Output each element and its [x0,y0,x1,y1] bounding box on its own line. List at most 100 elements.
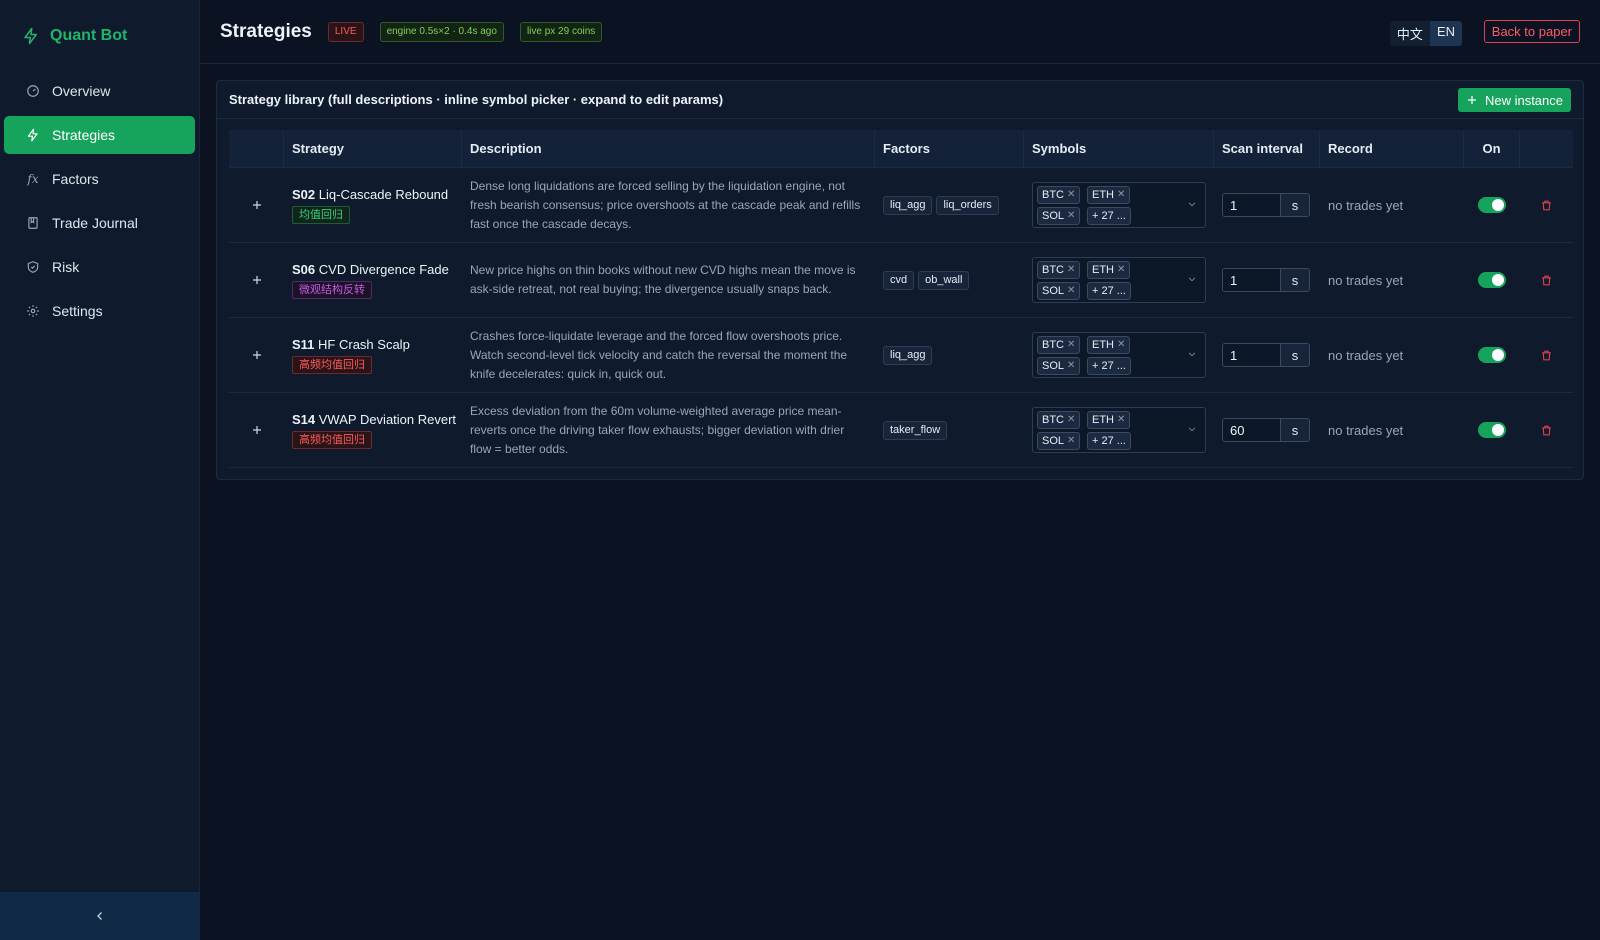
symbol-label: SOL [1042,435,1065,447]
sidebar: Quant Bot Overview Strategies fx Factors… [0,0,200,940]
strategy-name[interactable]: S02 Liq-Cascade Rebound [292,187,448,202]
enable-toggle[interactable] [1478,272,1506,288]
sidebar-item-strategies[interactable]: Strategies [4,116,195,154]
chevron-down-icon[interactable] [1187,349,1197,359]
chevron-left-icon [97,912,102,920]
symbol-picker[interactable]: BTC ✕ ETH ✕ SOL ✕ + 27 ... [1032,182,1206,228]
strategy-description: Crashes force-liquidate leverage and the… [470,328,848,381]
scan-unit-label: s [1281,419,1309,441]
scan-interval-input[interactable] [1223,419,1281,441]
scan-interval-input[interactable] [1223,344,1281,366]
symbol-chip[interactable]: SOL ✕ [1037,207,1081,225]
strategy-category-tag: 高频均值回归 [292,430,372,449]
expand-plus-icon[interactable] [249,422,265,438]
remove-icon[interactable]: ✕ [1067,209,1075,223]
strategy-title: VWAP Deviation Revert [318,411,457,427]
record-text: no trades yet [1328,272,1404,288]
symbol-chip[interactable]: SOL ✕ [1037,282,1081,300]
panel-header: Strategy library (full descriptions · in… [217,81,1583,119]
strategy-library-panel: Strategy library (full descriptions · in… [216,80,1584,480]
symbol-chip[interactable]: BTC ✕ [1037,261,1081,279]
sidebar-item-trade-journal[interactable]: Trade Journal [4,204,195,242]
symbol-picker[interactable]: BTC ✕ ETH ✕ SOL ✕ + 27 ... [1032,332,1206,378]
enable-toggle[interactable] [1478,347,1506,363]
trash-icon[interactable] [1540,274,1553,287]
trash-icon[interactable] [1540,349,1553,362]
remove-icon[interactable]: ✕ [1067,413,1075,427]
symbol-picker[interactable]: BTC ✕ ETH ✕ SOL ✕ + 27 ... [1032,257,1206,303]
more-symbols-chip[interactable]: + 27 ... [1087,357,1131,375]
strategy-code: S11 [292,336,315,352]
brand-name: Quant Bot [50,27,128,44]
back-to-paper-button[interactable]: Back to paper [1483,20,1580,43]
engine-status-badge: engine 0.5s×2 · 0.4s ago [379,21,504,42]
symbol-chip[interactable]: SOL ✕ [1037,432,1081,450]
new-instance-label: New instance [1484,92,1563,108]
enable-toggle[interactable] [1478,197,1506,213]
remove-icon[interactable]: ✕ [1117,188,1125,202]
remove-icon[interactable]: ✕ [1067,284,1075,298]
brand[interactable]: Quant Bot [0,0,199,72]
trash-icon[interactable] [1540,424,1553,437]
symbol-chip[interactable]: ETH ✕ [1087,336,1131,354]
remove-icon[interactable]: ✕ [1067,188,1075,202]
chevron-down-icon[interactable] [1187,274,1197,284]
strategy-category-tag: 均值回归 [292,205,350,224]
symbol-label: SOL [1042,360,1065,372]
strategy-code: S06 [292,261,316,277]
scan-interval-input[interactable] [1223,269,1281,291]
expand-plus-icon[interactable] [249,347,265,363]
symbol-picker[interactable]: BTC ✕ ETH ✕ SOL ✕ + 27 ... [1032,407,1206,453]
chevron-down-icon[interactable] [1187,424,1197,434]
strategy-cell: S02 Liq-Cascade Rebound 均值回归 [284,168,462,242]
remove-icon[interactable]: ✕ [1067,338,1075,352]
symbol-chip[interactable]: BTC ✕ [1037,411,1081,429]
new-instance-button[interactable]: New instance [1457,88,1571,112]
symbol-chip[interactable]: BTC ✕ [1037,186,1081,204]
remove-icon[interactable]: ✕ [1067,434,1075,448]
strategy-description: New price highs on thin books without ne… [470,263,856,296]
col-description: Description [462,130,875,167]
symbol-chip[interactable]: BTC ✕ [1037,336,1081,354]
chevron-down-icon[interactable] [1187,199,1197,209]
trash-icon[interactable] [1540,199,1553,212]
remove-icon[interactable]: ✕ [1067,359,1075,373]
symbol-chip[interactable]: ETH ✕ [1087,411,1131,429]
sidebar-collapse-button[interactable] [0,892,200,940]
symbol-chip[interactable]: ETH ✕ [1087,186,1131,204]
scan-interval-field: s [1222,193,1310,217]
more-symbols-chip[interactable]: + 27 ... [1087,432,1131,450]
lang-zh-button[interactable]: 中文 [1390,21,1430,46]
more-symbols-chip[interactable]: + 27 ... [1087,282,1131,300]
sidebar-item-label: Trade Journal [52,215,138,231]
factor-chip: liq_agg [883,345,933,365]
more-symbols-chip[interactable]: + 27 ... [1087,207,1131,225]
strategy-description: Excess deviation from the 60m volume-wei… [470,403,845,456]
remove-icon[interactable]: ✕ [1117,263,1125,277]
sidebar-item-factors[interactable]: fx Factors [4,160,195,198]
scan-interval-cell: s [1214,318,1320,392]
sidebar-item-settings[interactable]: Settings [4,292,195,330]
symbol-chip[interactable]: SOL ✕ [1037,357,1081,375]
sidebar-item-risk[interactable]: Risk [4,248,195,286]
table-header: Strategy Description Factors Symbols Sca… [229,130,1573,168]
symbol-chip[interactable]: ETH ✕ [1087,261,1131,279]
expand-plus-icon[interactable] [249,197,265,213]
expand-plus-icon[interactable] [249,272,265,288]
language-switch: 中文 EN [1389,21,1462,46]
strategy-name[interactable]: S11 HF Crash Scalp [292,337,410,352]
remove-icon[interactable]: ✕ [1117,338,1125,352]
expand-cell [229,243,284,317]
gear-icon [26,304,40,318]
delete-cell [1520,393,1573,467]
lang-en-button[interactable]: EN [1429,21,1462,46]
strategy-name[interactable]: S14 VWAP Deviation Revert [292,412,456,427]
scan-interval-input[interactable] [1223,194,1281,216]
remove-icon[interactable]: ✕ [1117,413,1125,427]
enable-toggle[interactable] [1478,422,1506,438]
sidebar-item-overview[interactable]: Overview [4,72,195,110]
fx-icon: fx [27,172,39,186]
factor-chip: liq_agg [883,195,933,215]
strategy-name[interactable]: S06 CVD Divergence Fade [292,262,449,277]
remove-icon[interactable]: ✕ [1067,263,1075,277]
